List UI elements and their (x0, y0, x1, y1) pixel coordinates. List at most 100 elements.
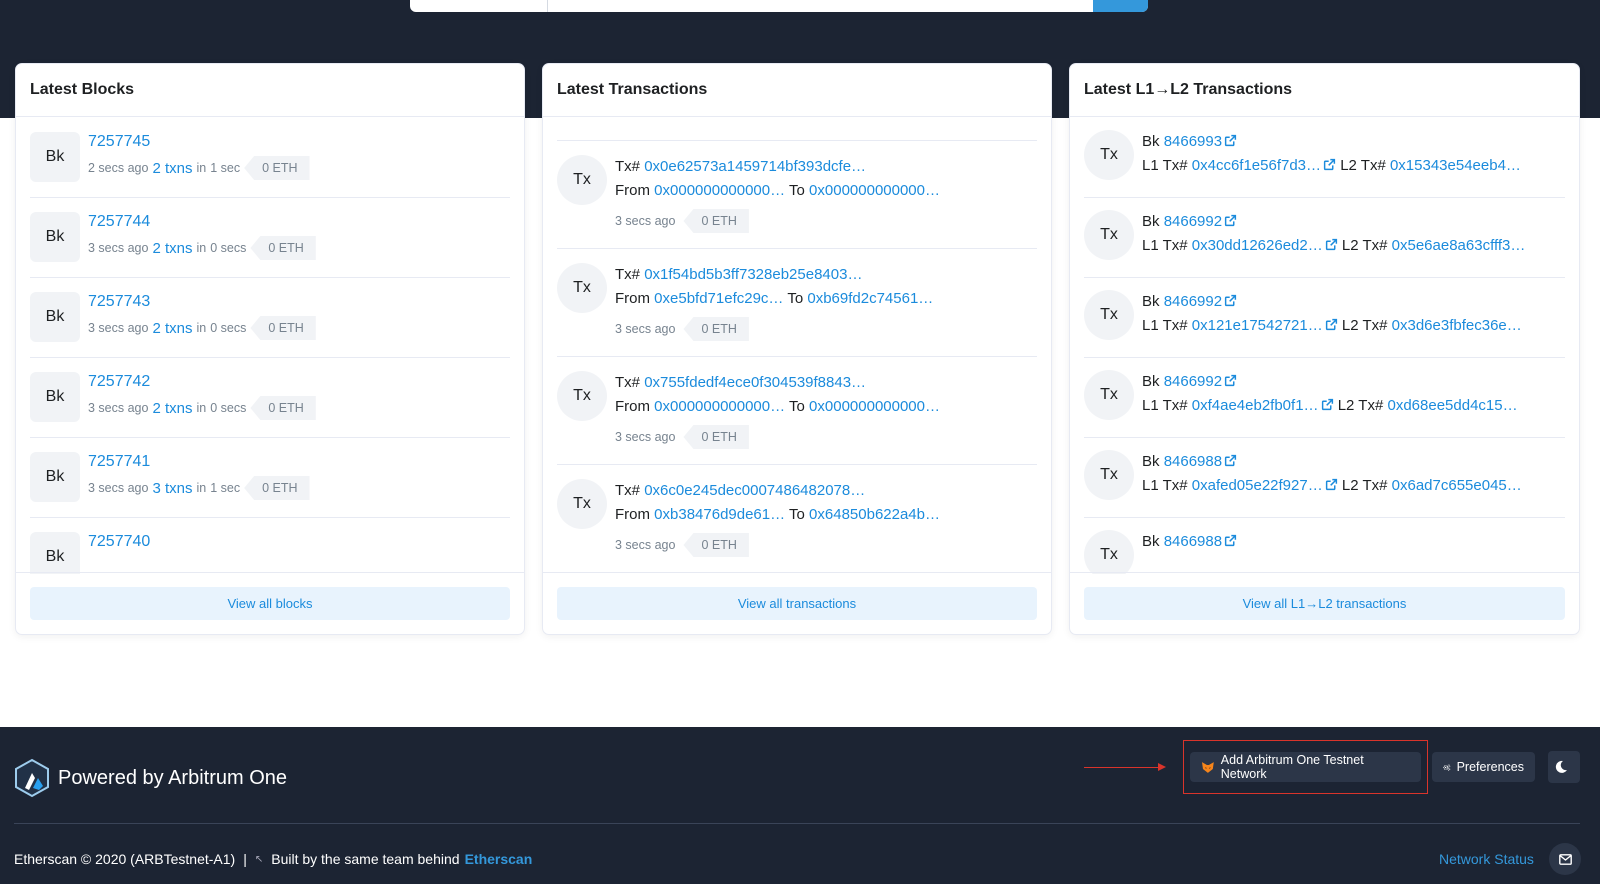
from-address-link[interactable]: 0x000000000000… (654, 398, 785, 415)
tx-hash-label: Tx# (615, 374, 641, 391)
block-txns-link[interactable]: 3 txns (152, 480, 192, 497)
view-all-transactions-button[interactable]: View all transactions (557, 587, 1037, 620)
tx-hash-link[interactable]: 0x6c0e245dec0007486482078… (644, 482, 865, 499)
dark-mode-toggle[interactable] (1548, 751, 1580, 783)
block-txns-link[interactable]: 2 txns (152, 160, 192, 177)
block-number-link[interactable]: 7257743 (88, 292, 316, 312)
external-link-icon[interactable] (1325, 238, 1338, 251)
block-link[interactable]: 8466988 (1164, 533, 1222, 550)
block-txns-link[interactable]: 2 txns (152, 240, 192, 257)
external-link-icon[interactable] (1224, 134, 1237, 147)
tx-hash-link[interactable]: 0x755fdedf4ece0f304539f8843… (644, 374, 866, 391)
to-label: To (789, 182, 805, 199)
block-row: Bk 7257742 3 secs ago 2 txns in 0 secs 0… (30, 358, 510, 438)
block-avatar: Bk (30, 132, 80, 182)
leaf-icon: ↖ (254, 853, 264, 865)
view-all-l1-l2-button[interactable]: View all L1→L2 transactions (1084, 587, 1565, 620)
envelope-icon (1558, 853, 1572, 865)
tx-hash-label: Tx# (615, 482, 641, 499)
external-link-icon[interactable] (1321, 398, 1334, 411)
tx-hash-link[interactable]: 0x0e62573a1459714bf393dcfe… (644, 158, 866, 175)
l1-l2-row: Tx Bk 8466988 (1084, 518, 1565, 574)
network-status-link[interactable]: Network Status (1439, 851, 1534, 867)
block-age: 2 secs ago (88, 161, 149, 175)
to-label: To (789, 398, 805, 415)
tx-hash-link[interactable]: 0x1f54bd5b3ff7328eb25e8403… (644, 266, 862, 283)
bk-label: Bk (1142, 453, 1160, 470)
latest-l1-l2-card: Latest L1→L2 Transactions Tx Bk 8466993 … (1069, 63, 1580, 635)
external-link-icon[interactable] (1325, 478, 1338, 491)
copyright-text: Etherscan © 2020 (ARBTestnet-A1) (14, 851, 236, 867)
l1-l2-avatar: Tx (1084, 450, 1134, 500)
external-link-icon[interactable] (1323, 158, 1336, 171)
external-link-icon[interactable] (1224, 454, 1237, 467)
to-address-link[interactable]: 0x000000000000… (809, 182, 940, 199)
block-avatar: Bk (30, 532, 80, 574)
to-label: To (787, 290, 804, 307)
bk-label: Bk (1142, 533, 1160, 550)
external-link-icon[interactable] (1224, 214, 1237, 227)
from-label: From (615, 506, 650, 523)
l1-tx-link[interactable]: 0xf4ae4eb2fb0f1… (1192, 397, 1319, 414)
block-link[interactable]: 8466992 (1164, 373, 1222, 390)
l2-tx-link[interactable]: 0x15343e54eeb4… (1390, 157, 1521, 174)
contact-button[interactable] (1549, 843, 1581, 875)
block-row: Bk 7257745 2 secs ago 2 txns in 1 sec 0 … (30, 118, 510, 198)
l1-tx-link[interactable]: 0x121e17542721… (1192, 317, 1323, 334)
l1-tx-label: L1 Tx# (1142, 157, 1188, 174)
l2-tx-link[interactable]: 0x6ad7c655e045… (1392, 477, 1522, 494)
to-address-link[interactable]: 0x000000000000… (809, 398, 940, 415)
external-link-icon[interactable] (1224, 374, 1237, 387)
from-address-link[interactable]: 0xb38476d9de61… (654, 506, 785, 523)
block-age: 3 secs ago (88, 241, 149, 255)
block-txns-link[interactable]: 2 txns (152, 400, 192, 417)
block-value-badge: 0 ETH (250, 396, 316, 420)
block-number-link[interactable]: 7257742 (88, 372, 316, 392)
block-row: Bk 7257743 3 secs ago 2 txns in 0 secs 0… (30, 278, 510, 358)
tx-value-badge: 0 ETH (683, 425, 749, 449)
block-number-link[interactable]: 7257740 (88, 532, 150, 552)
block-link[interactable]: 8466992 (1164, 213, 1222, 230)
block-value-badge: 0 ETH (250, 236, 316, 260)
view-all-blocks-button[interactable]: View all blocks (30, 587, 510, 620)
l1-tx-link[interactable]: 0x4cc6f1e56f7d3… (1192, 157, 1321, 174)
l1-tx-link[interactable]: 0x30dd12626ed2… (1192, 237, 1323, 254)
etherscan-link[interactable]: Etherscan (465, 851, 533, 867)
annotation-arrow (1084, 767, 1164, 768)
block-txns-link[interactable]: 2 txns (152, 320, 192, 337)
from-address-link[interactable]: 0xe5bfd71efc29c… (654, 290, 783, 307)
time-in-label: in (196, 161, 207, 175)
external-link-icon[interactable] (1325, 318, 1338, 331)
external-link-icon[interactable] (1224, 534, 1237, 547)
l1-tx-link[interactable]: 0xafed05e22f927… (1192, 477, 1323, 494)
bk-label: Bk (1142, 213, 1160, 230)
block-row: Bk 7257741 3 secs ago 3 txns in 1 sec 0 … (30, 438, 510, 518)
l2-tx-link[interactable]: 0x5e6ae8a63cfff3… (1392, 237, 1526, 254)
tx-hash-label: Tx# (615, 266, 641, 283)
footer: Powered by Arbitrum One Add Arbitrum One… (0, 727, 1600, 884)
l2-tx-link[interactable]: 0xd68ee5dd4c15… (1387, 397, 1517, 414)
block-number-link[interactable]: 7257745 (88, 132, 310, 152)
transaction-row: Tx Tx# 0x6c0e245dec0007486482078… From 0… (557, 465, 1037, 573)
preferences-label: Preferences (1456, 760, 1524, 774)
block-number-link[interactable]: 7257744 (88, 212, 316, 232)
l1-tx-label: L1 Tx# (1142, 317, 1188, 334)
search-input[interactable] (548, 0, 1103, 12)
card-title: Latest Blocks (16, 64, 524, 117)
card-footer: View all L1→L2 transactions (1070, 572, 1579, 634)
to-address-link[interactable]: 0xb69fd2c74561… (807, 290, 933, 307)
l2-tx-label: L2 Tx# (1341, 477, 1388, 494)
external-link-icon[interactable] (1224, 294, 1237, 307)
block-link[interactable]: 8466993 (1164, 133, 1222, 150)
l2-tx-link[interactable]: 0x3d6e3fbfec36e… (1392, 317, 1522, 334)
block-number-link[interactable]: 7257741 (88, 452, 310, 472)
preferences-button[interactable]: Preferences (1432, 752, 1535, 782)
search-filter-select[interactable] (410, 0, 548, 12)
to-address-link[interactable]: 0x64850b622a4b… (809, 506, 940, 523)
fox-icon (1201, 761, 1214, 773)
search-button[interactable] (1093, 0, 1148, 12)
from-address-link[interactable]: 0x000000000000… (654, 182, 785, 199)
add-network-button[interactable]: Add Arbitrum One Testnet Network (1190, 752, 1421, 782)
block-link[interactable]: 8466992 (1164, 293, 1222, 310)
block-link[interactable]: 8466988 (1164, 453, 1222, 470)
